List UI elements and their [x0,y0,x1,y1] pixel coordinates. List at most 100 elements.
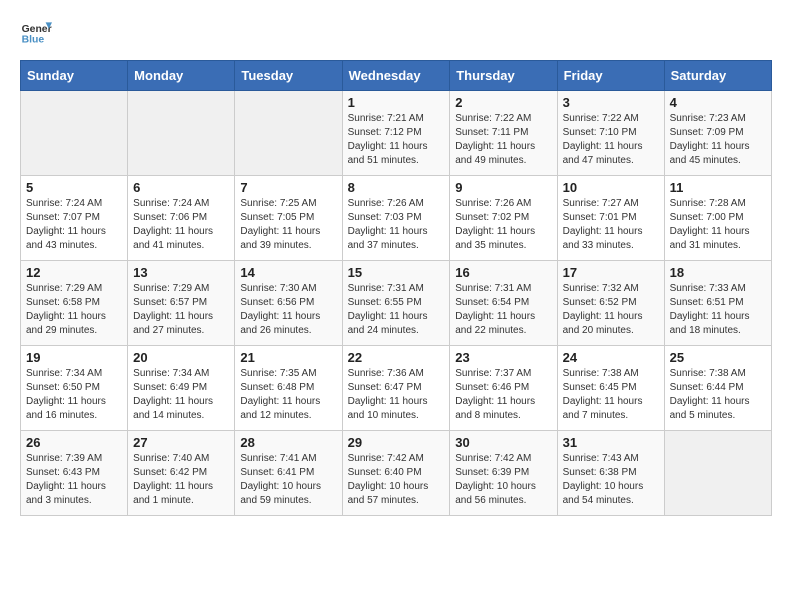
day-number: 10 [563,180,659,195]
calendar-table: SundayMondayTuesdayWednesdayThursdayFrid… [20,60,772,516]
day-number: 30 [455,435,551,450]
day-info: Sunrise: 7:25 AM Sunset: 7:05 PM Dayligh… [240,197,336,253]
day-info: Sunrise: 7:40 AM Sunset: 6:42 PM Dayligh… [133,452,229,508]
day-number: 1 [348,95,445,110]
calendar-cell: 17 Sunrise: 7:32 AM Sunset: 6:52 PM Dayli… [557,261,664,346]
calendar-cell: 27 Sunrise: 7:40 AM Sunset: 6:42 PM Dayli… [128,431,235,516]
page-header: General Blue [20,16,772,48]
day-number: 27 [133,435,229,450]
calendar-cell [128,91,235,176]
day-header-friday: Friday [557,61,664,91]
day-info: Sunrise: 7:33 AM Sunset: 6:51 PM Dayligh… [670,282,766,338]
day-info: Sunrise: 7:22 AM Sunset: 7:10 PM Dayligh… [563,112,659,168]
day-number: 5 [26,180,122,195]
calendar-cell: 4 Sunrise: 7:23 AM Sunset: 7:09 PM Daylig… [664,91,771,176]
day-number: 14 [240,265,336,280]
day-number: 22 [348,350,445,365]
day-number: 29 [348,435,445,450]
day-info: Sunrise: 7:41 AM Sunset: 6:41 PM Dayligh… [240,452,336,508]
calendar-cell: 28 Sunrise: 7:41 AM Sunset: 6:41 PM Dayli… [235,431,342,516]
calendar-cell: 21Sunrise: 7:35 AM Sunset: 6:48 PM Dayli… [235,346,342,431]
calendar-week-4: 19 Sunrise: 7:34 AM Sunset: 6:50 PM Dayli… [21,346,772,431]
day-info: Sunrise: 7:28 AM Sunset: 7:00 PM Dayligh… [670,197,766,253]
day-number: 28 [240,435,336,450]
day-number: 18 [670,265,766,280]
calendar-cell: 6 Sunrise: 7:24 AM Sunset: 7:06 PM Daylig… [128,176,235,261]
day-info: Sunrise: 7:42 AM Sunset: 6:39 PM Dayligh… [455,452,551,508]
calendar-week-5: 26 Sunrise: 7:39 AM Sunset: 6:43 PM Dayli… [21,431,772,516]
calendar-cell: 1 Sunrise: 7:21 AM Sunset: 7:12 PM Daylig… [342,91,450,176]
day-number: 26 [26,435,122,450]
day-header-saturday: Saturday [664,61,771,91]
day-number: 9 [455,180,551,195]
calendar-cell [235,91,342,176]
day-number: 7 [240,180,336,195]
calendar-cell: 25 Sunrise: 7:38 AM Sunset: 6:44 PM Dayli… [664,346,771,431]
day-number: 24 [563,350,659,365]
logo: General Blue [20,16,52,48]
day-info: Sunrise: 7:32 AM Sunset: 6:52 PM Dayligh… [563,282,659,338]
calendar-week-3: 12 Sunrise: 7:29 AM Sunset: 6:58 PM Dayli… [21,261,772,346]
day-number: 25 [670,350,766,365]
day-number: 17 [563,265,659,280]
calendar-week-1: 1 Sunrise: 7:21 AM Sunset: 7:12 PM Daylig… [21,91,772,176]
day-number: 6 [133,180,229,195]
calendar-cell: 13 Sunrise: 7:29 AM Sunset: 6:57 PM Dayli… [128,261,235,346]
day-info: Sunrise: 7:31 AM Sunset: 6:54 PM Dayligh… [455,282,551,338]
day-header-monday: Monday [128,61,235,91]
day-info: Sunrise: 7:21 AM Sunset: 7:12 PM Dayligh… [348,112,445,168]
day-info: Sunrise: 7:37 AM Sunset: 6:46 PM Dayligh… [455,367,551,423]
day-info: Sunrise: 7:24 AM Sunset: 7:07 PM Dayligh… [26,197,122,253]
day-info: Sunrise: 7:34 AM Sunset: 6:49 PM Dayligh… [133,367,229,423]
day-info: Sunrise: 7:23 AM Sunset: 7:09 PM Dayligh… [670,112,766,168]
day-number: 12 [26,265,122,280]
day-header-wednesday: Wednesday [342,61,450,91]
logo-icon: General Blue [20,16,52,48]
calendar-cell: 29 Sunrise: 7:42 AM Sunset: 6:40 PM Dayli… [342,431,450,516]
day-info: Sunrise: 7:38 AM Sunset: 6:45 PM Dayligh… [563,367,659,423]
day-info: Sunrise: 7:27 AM Sunset: 7:01 PM Dayligh… [563,197,659,253]
calendar-cell: 30 Sunrise: 7:42 AM Sunset: 6:39 PM Dayli… [450,431,557,516]
calendar-cell: 16Sunrise: 7:31 AM Sunset: 6:54 PM Dayli… [450,261,557,346]
day-info: Sunrise: 7:22 AM Sunset: 7:11 PM Dayligh… [455,112,551,168]
calendar-cell: 3Sunrise: 7:22 AM Sunset: 7:10 PM Daylig… [557,91,664,176]
day-info: Sunrise: 7:43 AM Sunset: 6:38 PM Dayligh… [563,452,659,508]
day-info: Sunrise: 7:29 AM Sunset: 6:58 PM Dayligh… [26,282,122,338]
calendar-cell: 14Sunrise: 7:30 AM Sunset: 6:56 PM Dayli… [235,261,342,346]
day-number: 15 [348,265,445,280]
day-number: 31 [563,435,659,450]
day-info: Sunrise: 7:26 AM Sunset: 7:03 PM Dayligh… [348,197,445,253]
calendar-cell [664,431,771,516]
calendar-cell: 8 Sunrise: 7:26 AM Sunset: 7:03 PM Daylig… [342,176,450,261]
day-number: 13 [133,265,229,280]
day-number: 8 [348,180,445,195]
day-number: 23 [455,350,551,365]
calendar-header-row: SundayMondayTuesdayWednesdayThursdayFrid… [21,61,772,91]
calendar-cell: 11Sunrise: 7:28 AM Sunset: 7:00 PM Dayli… [664,176,771,261]
day-header-tuesday: Tuesday [235,61,342,91]
calendar-cell: 31 Sunrise: 7:43 AM Sunset: 6:38 PM Dayli… [557,431,664,516]
day-info: Sunrise: 7:29 AM Sunset: 6:57 PM Dayligh… [133,282,229,338]
calendar-cell [21,91,128,176]
day-info: Sunrise: 7:38 AM Sunset: 6:44 PM Dayligh… [670,367,766,423]
svg-text:Blue: Blue [22,34,45,45]
calendar-cell: 15 Sunrise: 7:31 AM Sunset: 6:55 PM Dayli… [342,261,450,346]
day-number: 20 [133,350,229,365]
day-info: Sunrise: 7:39 AM Sunset: 6:43 PM Dayligh… [26,452,122,508]
calendar-cell: 2Sunrise: 7:22 AM Sunset: 7:11 PM Daylig… [450,91,557,176]
day-header-sunday: Sunday [21,61,128,91]
day-number: 4 [670,95,766,110]
calendar-cell: 19 Sunrise: 7:34 AM Sunset: 6:50 PM Dayli… [21,346,128,431]
day-info: Sunrise: 7:42 AM Sunset: 6:40 PM Dayligh… [348,452,445,508]
calendar-week-2: 5 Sunrise: 7:24 AM Sunset: 7:07 PM Daylig… [21,176,772,261]
calendar-cell: 9Sunrise: 7:26 AM Sunset: 7:02 PM Daylig… [450,176,557,261]
calendar-cell: 22Sunrise: 7:36 AM Sunset: 6:47 PM Dayli… [342,346,450,431]
day-info: Sunrise: 7:34 AM Sunset: 6:50 PM Dayligh… [26,367,122,423]
day-number: 19 [26,350,122,365]
day-info: Sunrise: 7:24 AM Sunset: 7:06 PM Dayligh… [133,197,229,253]
calendar-cell: 26 Sunrise: 7:39 AM Sunset: 6:43 PM Dayli… [21,431,128,516]
day-number: 21 [240,350,336,365]
calendar-cell: 24 Sunrise: 7:38 AM Sunset: 6:45 PM Dayli… [557,346,664,431]
calendar-cell: 7 Sunrise: 7:25 AM Sunset: 7:05 PM Daylig… [235,176,342,261]
day-info: Sunrise: 7:31 AM Sunset: 6:55 PM Dayligh… [348,282,445,338]
